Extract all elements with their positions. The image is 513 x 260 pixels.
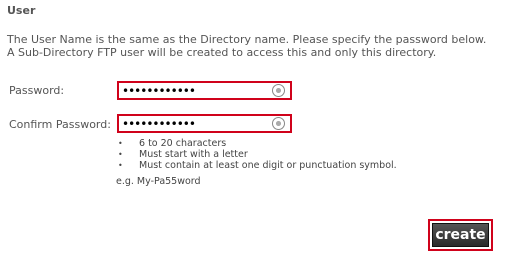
description: The User Name is the same as the Directo…: [7, 33, 512, 59]
password-example: e.g. My-Pa55word: [116, 176, 201, 187]
confirm-password-field[interactable]: ••••••••••••: [117, 114, 292, 133]
password-rule: 6 to 20 characters: [113, 138, 397, 149]
password-input[interactable]: ••••••••••••: [122, 85, 196, 97]
create-button-highlight: create: [428, 219, 493, 251]
password-rule: Must contain at least one digit or punct…: [113, 160, 397, 171]
confirm-password-input[interactable]: ••••••••••••: [122, 118, 196, 130]
confirm-password-label: Confirm Password:: [9, 118, 111, 131]
password-rules-list: 6 to 20 characters Must start with a let…: [113, 138, 397, 171]
password-field[interactable]: ••••••••••••: [117, 81, 292, 100]
password-rule: Must start with a letter: [113, 149, 397, 160]
password-label: Password:: [9, 84, 65, 97]
create-button[interactable]: create: [432, 223, 489, 247]
description-line-2: A Sub-Directory FTP user will be created…: [7, 46, 437, 59]
password-reveal-icon[interactable]: [272, 84, 285, 97]
section-title: User: [7, 4, 36, 17]
confirm-password-reveal-icon[interactable]: [272, 117, 285, 130]
description-line-1: The User Name is the same as the Directo…: [7, 33, 487, 46]
